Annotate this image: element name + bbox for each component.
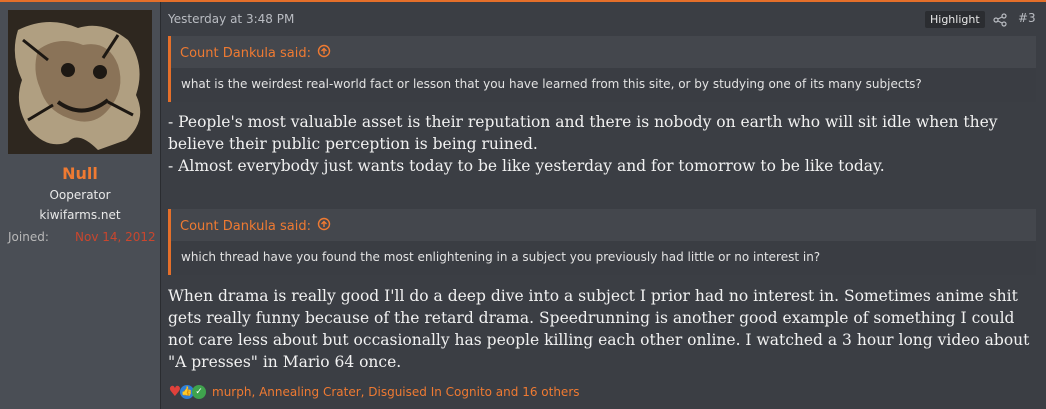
avatar[interactable] — [8, 10, 152, 154]
post-container: Null Ooperator kiwifarms.net Joined: Nov… — [0, 0, 1046, 409]
quote-text: what is the weirdest real-world fact or … — [171, 68, 1036, 102]
joined-date: Nov 14, 2012 — [75, 230, 156, 244]
quote-text: which thread have you found the most enl… — [171, 241, 1036, 275]
check-icon: ✓ — [192, 385, 206, 399]
username[interactable]: Null — [0, 164, 160, 183]
reactions-bar[interactable]: ♥ 👍 ✓ murph, Annealing Crater, Disguised… — [168, 383, 580, 401]
quote-header: Count Dankula said: — [180, 44, 331, 62]
arrow-up-circle-icon[interactable] — [317, 44, 331, 62]
user-title: Ooperator — [49, 188, 111, 202]
message-text: When drama is really good I'll do a deep… — [168, 287, 1030, 371]
user-sidebar: Null Ooperator kiwifarms.net Joined: Nov… — [0, 2, 161, 409]
post-timestamp[interactable]: Yesterday at 3:48 PM — [168, 12, 294, 26]
highlight-badge[interactable]: Highlight — [925, 11, 985, 28]
post-number[interactable]: #3 — [1018, 11, 1036, 25]
quote-header: Count Dankula said: — [180, 217, 331, 235]
share-icon[interactable] — [993, 12, 1007, 31]
quote-block: Count Dankula said: which thread have yo… — [168, 209, 1036, 275]
reactions-list[interactable]: murph, Annealing Crater, Disguised In Co… — [212, 385, 580, 399]
quote-block: Count Dankula said: what is the weirdest… — [168, 36, 1036, 102]
quote-author[interactable]: Count Dankula said: — [180, 219, 311, 234]
post-main: Yesterday at 3:48 PM Highlight #3 Count … — [168, 2, 1038, 409]
user-site: kiwifarms.net — [39, 208, 121, 222]
joined-label: Joined: — [8, 230, 49, 244]
message-text: - People's most valuable asset is their … — [168, 113, 998, 175]
arrow-up-circle-icon[interactable] — [317, 217, 331, 235]
quote-author[interactable]: Count Dankula said: — [180, 46, 311, 61]
